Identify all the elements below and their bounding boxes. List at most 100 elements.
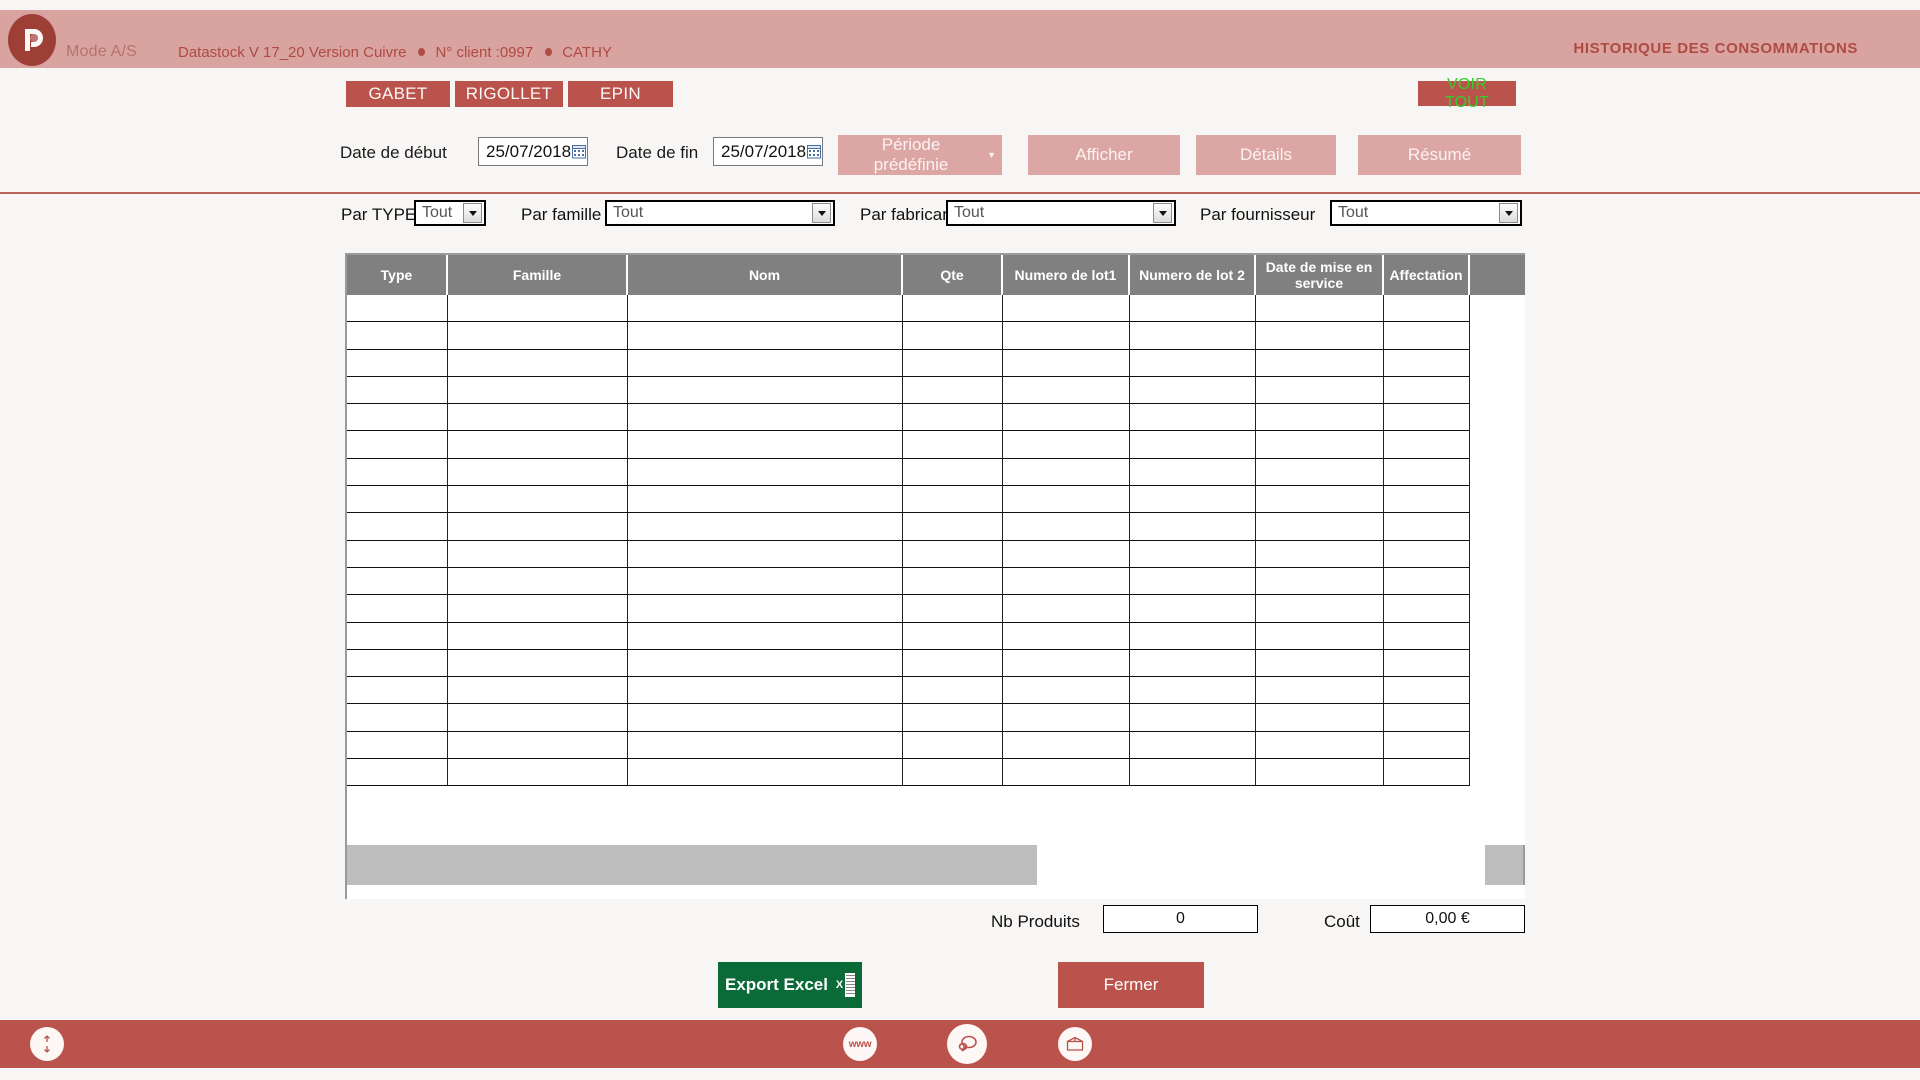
table-cell[interactable] xyxy=(448,513,628,541)
table-cell[interactable] xyxy=(1384,595,1470,623)
table-cell[interactable] xyxy=(347,295,448,323)
table-cell[interactable] xyxy=(628,759,903,787)
table-header-cell[interactable]: Date de mise en service xyxy=(1256,255,1384,295)
table-cell[interactable] xyxy=(448,486,628,514)
table-cell[interactable] xyxy=(1384,567,1470,596)
table-row[interactable] xyxy=(347,513,1525,541)
table-cell[interactable] xyxy=(1384,513,1470,541)
table-row[interactable] xyxy=(347,404,1525,432)
table-cell[interactable] xyxy=(628,376,903,405)
table-cell[interactable] xyxy=(1003,322,1130,350)
table-row[interactable] xyxy=(347,677,1525,705)
table-cell[interactable] xyxy=(1384,431,1470,459)
table-cell[interactable] xyxy=(628,731,903,760)
table-cell[interactable] xyxy=(1256,540,1384,568)
table-cell[interactable] xyxy=(1256,622,1384,650)
table-cell[interactable] xyxy=(903,486,1003,514)
table-cell[interactable] xyxy=(1003,759,1130,787)
table-cell[interactable] xyxy=(347,677,448,705)
table-cell[interactable] xyxy=(448,622,628,650)
table-cell[interactable] xyxy=(1003,595,1130,623)
table-cell[interactable] xyxy=(1256,704,1384,732)
table-cell[interactable] xyxy=(1003,677,1130,705)
tab-gabet[interactable]: GABET xyxy=(346,81,450,107)
resume-button[interactable]: Résumé xyxy=(1358,135,1521,175)
table-cell[interactable] xyxy=(1256,649,1384,678)
table-cell[interactable] xyxy=(1256,376,1384,405)
table-cell[interactable] xyxy=(1384,376,1470,405)
table-cell[interactable] xyxy=(1003,567,1130,596)
table-row[interactable] xyxy=(347,540,1525,568)
table-cell[interactable] xyxy=(1130,677,1256,705)
table-row[interactable] xyxy=(347,431,1525,459)
table-row[interactable] xyxy=(347,295,1525,323)
table-cell[interactable] xyxy=(903,349,1003,377)
table-cell[interactable] xyxy=(628,595,903,623)
table-cell[interactable] xyxy=(1130,431,1256,459)
table-cell[interactable] xyxy=(1256,513,1384,541)
filter-type-select[interactable]: Tout xyxy=(414,200,486,226)
export-excel-button[interactable]: Export Excel X xyxy=(718,962,862,1008)
table-cell[interactable] xyxy=(1130,595,1256,623)
table-cell[interactable] xyxy=(347,649,448,678)
table-cell[interactable] xyxy=(1130,567,1256,596)
table-cell[interactable] xyxy=(1256,431,1384,459)
table-cell[interactable] xyxy=(347,349,448,377)
table-cell[interactable] xyxy=(347,567,448,596)
table-cell[interactable] xyxy=(628,431,903,459)
table-cell[interactable] xyxy=(1256,567,1384,596)
chat-bubble-icon[interactable] xyxy=(947,1024,987,1064)
table-row[interactable] xyxy=(347,349,1525,377)
table-cell[interactable] xyxy=(1003,513,1130,541)
table-cell[interactable] xyxy=(1256,595,1384,623)
table-cell[interactable] xyxy=(1003,704,1130,732)
table-cell[interactable] xyxy=(347,431,448,459)
table-cell[interactable] xyxy=(628,649,903,678)
table-cell[interactable] xyxy=(903,458,1003,487)
table-header-cell[interactable]: Famille xyxy=(448,255,628,295)
table-cell[interactable] xyxy=(903,322,1003,350)
table-cell[interactable] xyxy=(903,513,1003,541)
table-cell[interactable] xyxy=(1130,540,1256,568)
table-cell[interactable] xyxy=(1130,376,1256,405)
filter-famille-select[interactable]: Tout xyxy=(605,200,835,226)
chevron-down-icon[interactable] xyxy=(1153,203,1172,223)
table-cell[interactable] xyxy=(448,567,628,596)
table-cell[interactable] xyxy=(628,540,903,568)
calendar-icon[interactable] xyxy=(571,144,587,159)
table-cell[interactable] xyxy=(1130,486,1256,514)
table-cell[interactable] xyxy=(1384,486,1470,514)
table-cell[interactable] xyxy=(1130,622,1256,650)
table-row[interactable] xyxy=(347,376,1525,405)
table-cell[interactable] xyxy=(1130,295,1256,323)
table-header-cell[interactable]: Numero de lot1 xyxy=(1003,255,1130,295)
chevron-down-icon[interactable] xyxy=(463,203,482,223)
table-cell[interactable] xyxy=(448,458,628,487)
table-cell[interactable] xyxy=(628,567,903,596)
periode-predefinie-dropdown[interactable]: Période prédéfinie ▼ xyxy=(838,135,1002,175)
table-cell[interactable] xyxy=(347,622,448,650)
table-cell[interactable] xyxy=(347,376,448,405)
table-cell[interactable] xyxy=(903,595,1003,623)
tab-rigollet[interactable]: RIGOLLET xyxy=(455,81,563,107)
table-cell[interactable] xyxy=(903,295,1003,323)
table-cell[interactable] xyxy=(1003,540,1130,568)
table-row[interactable] xyxy=(347,322,1525,350)
table-header-cell[interactable]: Affectation xyxy=(1384,255,1470,295)
table-horizontal-scrollbar[interactable] xyxy=(345,845,1525,885)
table-cell[interactable] xyxy=(903,567,1003,596)
table-header-cell[interactable]: Numero de lot 2 xyxy=(1130,255,1256,295)
table-cell[interactable] xyxy=(1130,404,1256,432)
chevron-down-icon[interactable] xyxy=(1499,203,1518,223)
table-row[interactable] xyxy=(347,759,1525,787)
table-cell[interactable] xyxy=(1384,704,1470,732)
table-cell[interactable] xyxy=(1256,404,1384,432)
table-cell[interactable] xyxy=(1256,486,1384,514)
table-cell[interactable] xyxy=(347,404,448,432)
table-cell[interactable] xyxy=(628,486,903,514)
table-cell[interactable] xyxy=(347,759,448,787)
table-cell[interactable] xyxy=(1003,431,1130,459)
up-down-arrows-icon[interactable] xyxy=(30,1027,64,1061)
www-icon[interactable]: www xyxy=(843,1027,877,1061)
table-cell[interactable] xyxy=(1130,349,1256,377)
